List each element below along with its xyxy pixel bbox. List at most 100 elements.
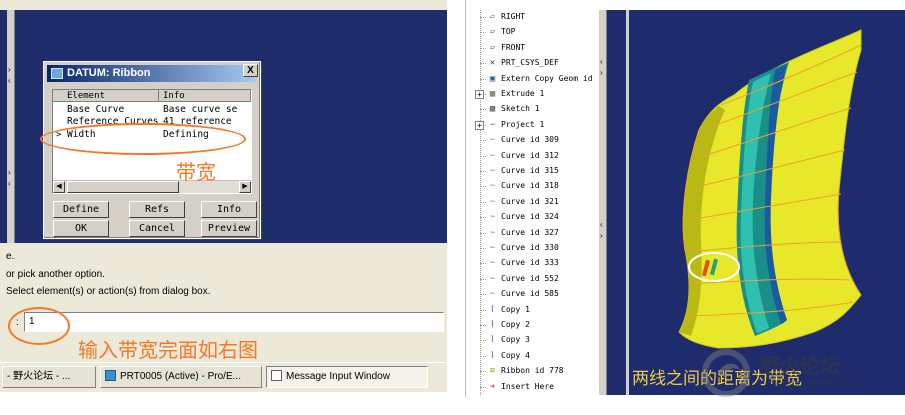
tree-item[interactable]: + ▦ Extrude 1: [466, 87, 598, 101]
proe-icon: [105, 370, 116, 381]
datum-plane-icon: ▱: [489, 27, 496, 38]
tree-item[interactable]: ∼ Curve id 324: [466, 210, 598, 224]
window-icon: [271, 370, 282, 381]
taskbar-label: Message Input Window: [286, 371, 390, 382]
expand-icon[interactable]: +: [475, 120, 484, 130]
curve-icon: ∼: [489, 243, 496, 253]
tree-item-label: Curve id 315: [501, 166, 559, 175]
chevron-right-icon[interactable]: ›: [8, 168, 14, 178]
tree-item[interactable]: ∼ Curve id 318: [466, 179, 598, 193]
tree-item[interactable]: ⌇ Copy 4: [466, 349, 598, 363]
tree-item[interactable]: ∼ Curve id 327: [466, 226, 598, 240]
tree-item[interactable]: ▱ TOP: [466, 25, 598, 39]
tree-item[interactable]: ∼ Curve id 309: [466, 133, 598, 147]
tree-item-label: Curve id 327: [501, 227, 559, 237]
watermark-url: www.proewildfire.cn: [768, 378, 857, 389]
tree-item[interactable]: ➔ Insert Here: [466, 380, 598, 394]
tree-item-label: TOP: [501, 27, 516, 37]
cancel-button[interactable]: Cancel: [129, 220, 185, 237]
tree-item-label: Project 1: [501, 119, 545, 129]
tree-item-label: Copy 1: [501, 304, 530, 314]
list-horizontal-scrollbar[interactable]: ◀ ▶: [53, 180, 251, 193]
tree-item[interactable]: ▩ Sketch 1: [466, 102, 598, 116]
copy-icon: ⌇: [490, 304, 495, 315]
tree-item[interactable]: ∼ Curve id 315: [466, 164, 598, 178]
tree-item-label: Curve id 552: [501, 273, 559, 283]
tree-item-label: Curve id 333: [501, 258, 559, 268]
extrude-icon: ▦: [489, 89, 496, 99]
message-line: Select element(s) or action(s) from dial…: [6, 286, 211, 297]
tree-item[interactable]: ∼ Curve id 552: [466, 272, 598, 286]
width-annotation-label: 带宽: [176, 160, 216, 184]
width-highlight-ellipse: [40, 123, 246, 155]
tree-item[interactable]: ▱ FRONT: [466, 41, 598, 55]
tree-item[interactable]: ∼ Curve id 330: [466, 241, 598, 255]
ok-button[interactable]: OK: [53, 220, 109, 237]
tree-item[interactable]: ⌇ Copy 1: [466, 303, 598, 317]
define-button[interactable]: Define: [53, 201, 109, 218]
input-highlight-ellipse: [8, 307, 70, 345]
taskbar-label: - 野火论坛 - ...: [7, 371, 71, 382]
list-header: Element Info: [53, 90, 251, 102]
dialog-title-bar[interactable]: DATUM: Ribbon: [47, 65, 257, 82]
model-tree: ▱ RIGHT ▱ TOP ▱ FRONT ✕ PRT_CSYS_DEF ▣ Extern Cop…: [465, 0, 598, 397]
preview-button[interactable]: Preview: [201, 220, 257, 237]
curve-icon: ∼: [489, 212, 496, 223]
list-row-base-curve[interactable]: Base Curve Base curve se: [53, 104, 251, 116]
curve-icon: ∼: [489, 135, 496, 146]
taskbar-item-proe[interactable]: PRT0005 (Active) - Pro/E...: [100, 366, 262, 388]
curve-icon: ∼: [489, 166, 496, 176]
tree-item-label: Curve id 318: [501, 181, 559, 191]
curve-icon: ∼: [489, 150, 496, 161]
proe-main-window: › ‹ › ‹ DATUM: Ribbon X Element Info Bas…: [0, 0, 447, 392]
row-element: Base Curve: [67, 104, 125, 115]
tree-item[interactable]: ▣ Extern Copy Geom id: [466, 72, 598, 86]
tree-item[interactable]: + ∽ Project 1: [466, 118, 598, 132]
datum-plane-icon: ▱: [489, 42, 496, 53]
sketch-icon: ▩: [489, 104, 496, 115]
scroll-left-icon[interactable]: ◀: [53, 181, 65, 193]
tree-item-label: Copy 3: [501, 335, 530, 345]
chevron-left-icon[interactable]: ‹: [8, 76, 14, 86]
tree-item-label: Copy 2: [501, 320, 530, 329]
taskbar: - 野火论坛 - ... PRT0005 (Active) - Pro/E...…: [0, 362, 447, 390]
tree-item-label: Insert Here: [501, 381, 554, 391]
message-line: or pick another option.: [6, 269, 105, 280]
chevron-right-icon[interactable]: ›: [8, 65, 14, 75]
dialog-title: DATUM: Ribbon: [67, 67, 151, 79]
tree-item[interactable]: ∼ Curve id 312: [466, 149, 598, 163]
taskbar-item-message-input[interactable]: Message Input Window: [266, 366, 428, 388]
chevron-left-icon[interactable]: ‹: [8, 179, 14, 189]
scroll-right-icon[interactable]: ▶: [239, 181, 251, 193]
info-button[interactable]: Info: [201, 201, 257, 218]
taskbar-item-forum[interactable]: - 野火论坛 - ...: [2, 366, 96, 388]
tree-item[interactable]: ∼ Curve id 585: [466, 287, 598, 301]
tree-item[interactable]: ▱ RIGHT: [466, 10, 598, 24]
tree-item[interactable]: ≋ Ribbon id 778: [466, 364, 598, 378]
graphics-window-3d[interactable]: ‹ › ‹ ›: [599, 10, 905, 395]
column-header-element[interactable]: Element: [53, 90, 159, 102]
csys-icon: ✕: [489, 58, 496, 69]
curve-icon: ∼: [489, 181, 496, 192]
refs-button[interactable]: Refs: [129, 201, 185, 218]
message-line: e.: [6, 251, 15, 262]
width-value-input[interactable]: 1: [24, 312, 444, 332]
tree-item[interactable]: ∼ Curve id 333: [466, 256, 598, 270]
tree-item[interactable]: ⌇ Copy 2: [466, 318, 598, 332]
scroll-thumb[interactable]: [67, 181, 179, 193]
column-header-info[interactable]: Info: [159, 90, 251, 102]
tree-item-label: Curve id 321: [501, 196, 559, 206]
tree-item-label: Curve id 309: [501, 135, 559, 145]
tree-item-label: Ribbon id 778: [501, 366, 564, 376]
project-icon: ∽: [489, 119, 496, 130]
expand-icon[interactable]: +: [475, 90, 484, 99]
left-side-scrollbar[interactable]: › ‹ › ‹: [7, 10, 15, 243]
tree-item[interactable]: ✕ PRT_CSYS_DEF: [466, 56, 598, 70]
copy-icon: ⌇: [490, 320, 495, 330]
close-button[interactable]: X: [243, 64, 258, 77]
tree-item-label: Curve id 330: [501, 243, 559, 252]
tree-item[interactable]: ∼ Curve id 321: [466, 195, 598, 209]
tree-item[interactable]: ⌇ Copy 3: [466, 333, 598, 347]
forum-logo-icon: [702, 349, 750, 397]
curve-icon: ∼: [489, 258, 496, 269]
